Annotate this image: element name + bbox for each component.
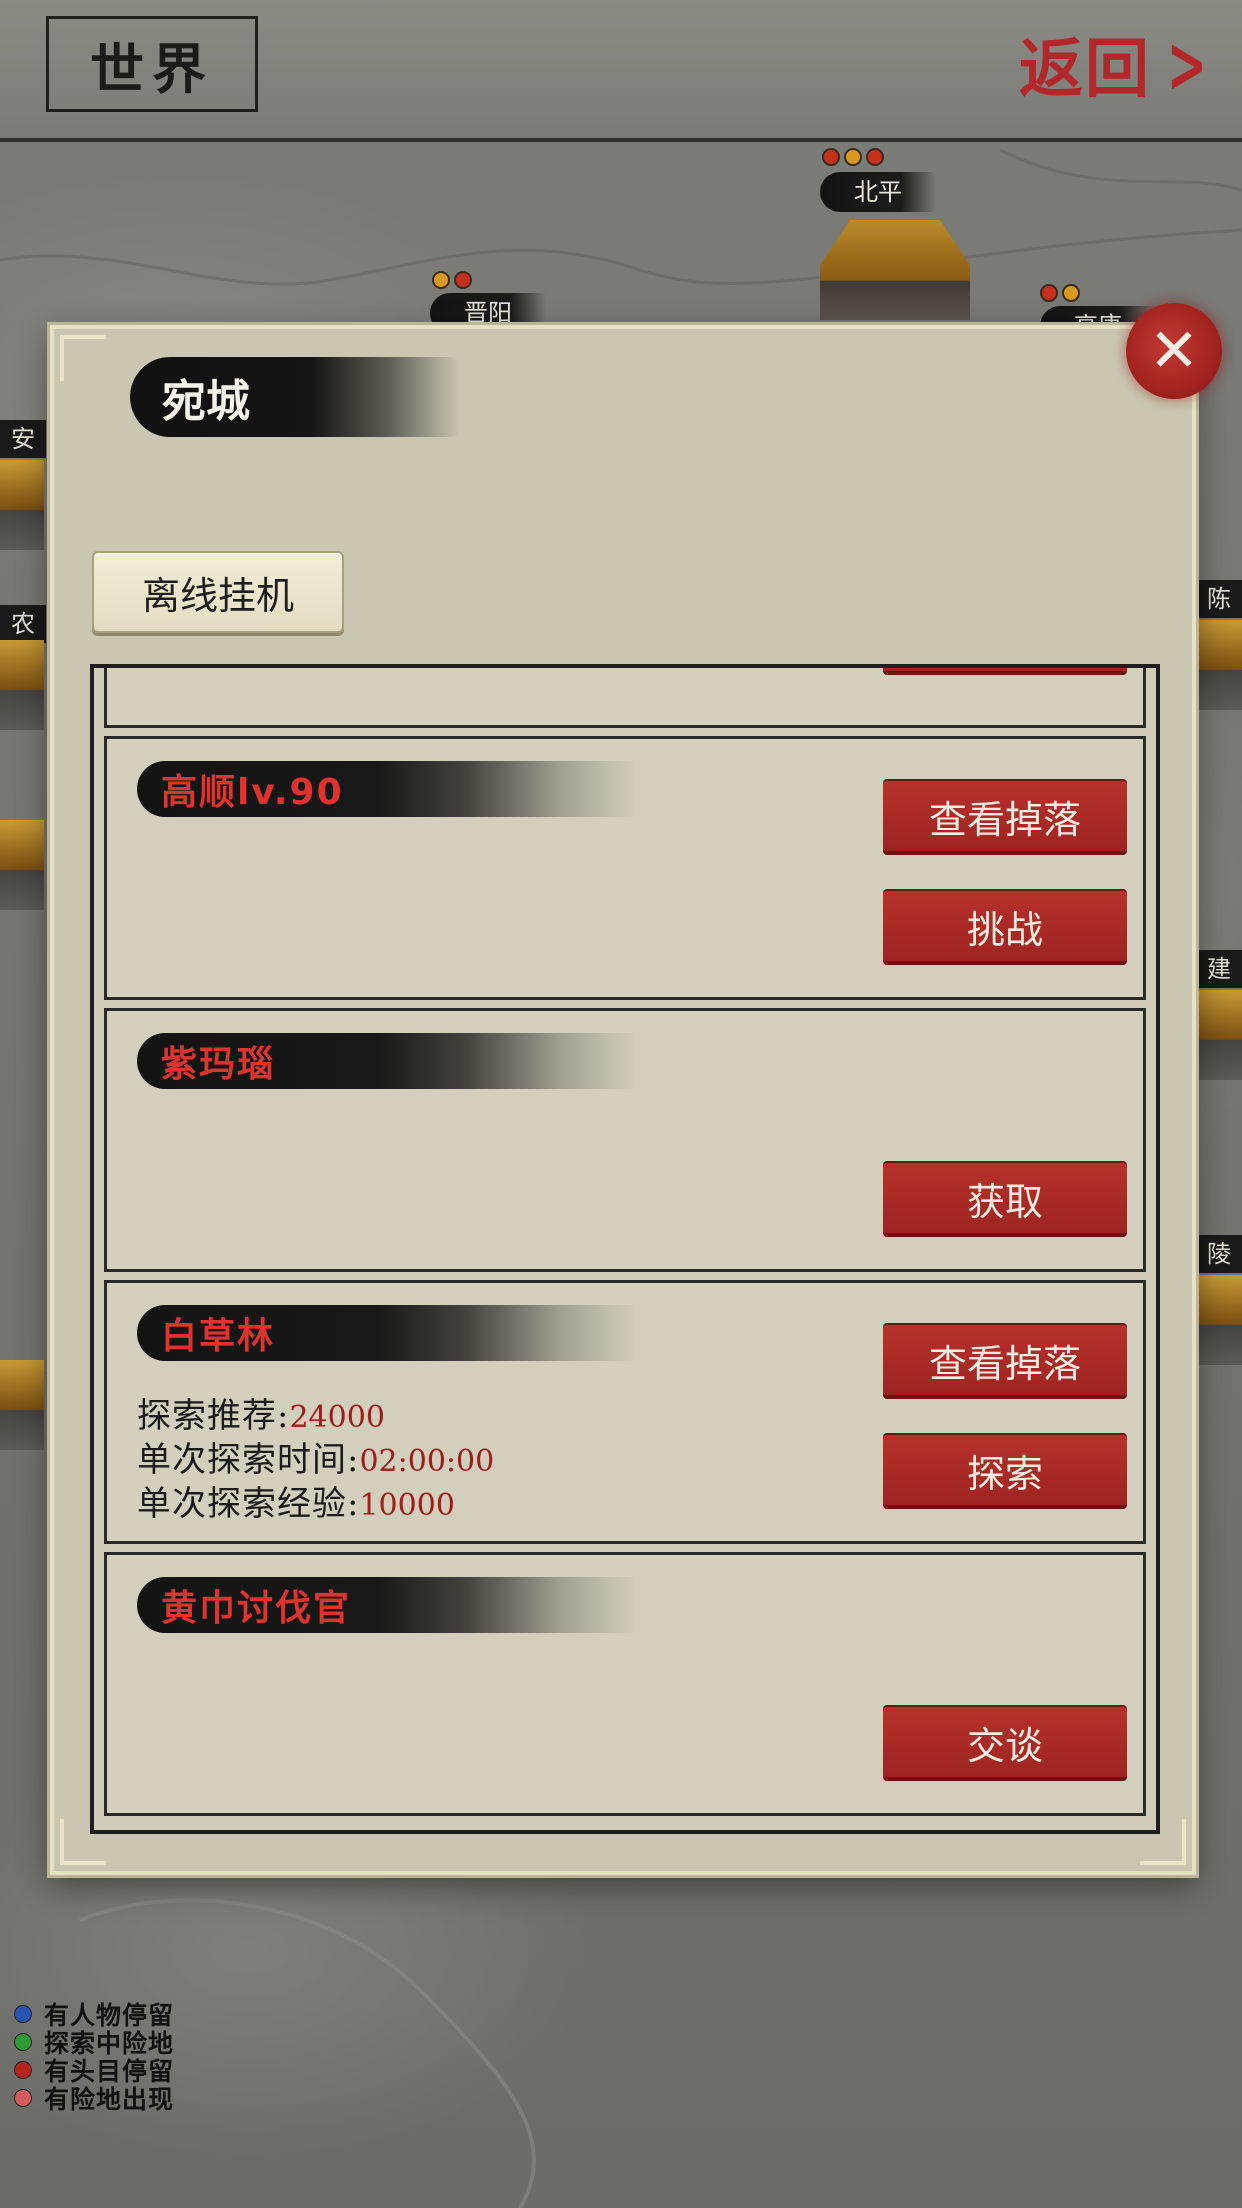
list-item-explore-area: 白草林 查看掉落 探索 探索推荐:24000 单次探索时间:02:00:00 单… [104, 1280, 1146, 1544]
view-drops-button[interactable]: 查看掉落 [883, 779, 1127, 855]
legend-label: 有险地出现 [44, 2085, 175, 2114]
explore-button[interactable]: 探索 [883, 1433, 1127, 1509]
hidden-action-button[interactable] [883, 668, 1127, 675]
encounter-list[interactable]: 高顺lv.90 查看掉落 挑战 紫玛瑙 获取 白草林 查看掉落 探索 探索推荐:… [90, 664, 1160, 1834]
info-label: 单次探索经验: [137, 1484, 360, 1524]
list-item-npc: 黄巾讨伐官 交谈 [104, 1552, 1146, 1816]
card-title: 紫玛瑙 [137, 1033, 637, 1089]
info-value: 24000 [289, 1400, 385, 1435]
explore-info: 探索推荐:24000 单次探索时间:02:00:00 单次探索经验:10000 [137, 1395, 494, 1527]
map-side-label: 陵 [1196, 1235, 1242, 1273]
obtain-button[interactable]: 获取 [883, 1161, 1127, 1237]
dialog-city-title: 宛城 [130, 357, 460, 437]
offline-idle-button[interactable]: 离线挂机 [92, 551, 344, 633]
city-building-icon [0, 820, 44, 910]
city-building-icon [0, 1360, 44, 1450]
close-icon: ✕ [1148, 316, 1200, 386]
talk-button[interactable]: 交谈 [883, 1705, 1127, 1781]
info-row: 单次探索时间:02:00:00 [137, 1439, 494, 1483]
list-item-resource: 紫玛瑙 获取 [104, 1008, 1146, 1272]
map-city-beiping[interactable]: 北平 [780, 140, 1040, 320]
card-title: 高顺lv.90 [137, 761, 637, 817]
back-button[interactable]: 返回 > [1002, 17, 1222, 111]
city-building-icon [0, 640, 44, 730]
legend-dot-icon [14, 2061, 32, 2079]
map-side-label: 安 [0, 420, 46, 458]
map-side-label: 陈留 [1196, 580, 1242, 651]
map-side-label: 建 [1196, 950, 1242, 988]
page-title: 世界 [46, 16, 258, 112]
legend-dot-icon [14, 2089, 32, 2107]
info-row: 单次探索经验:10000 [137, 1483, 494, 1527]
info-label: 单次探索时间: [137, 1440, 360, 1480]
list-item-boss: 高顺lv.90 查看掉落 挑战 [104, 736, 1146, 1000]
card-title: 黄巾讨伐官 [137, 1577, 637, 1633]
chevron-right-icon: > [1166, 17, 1209, 111]
view-drops-button[interactable]: 查看掉落 [883, 1323, 1127, 1399]
frame-corner-ornament [60, 335, 106, 381]
map-side-label: 农 [0, 605, 46, 643]
city-status-dots [432, 271, 472, 289]
info-row: 探索推荐:24000 [137, 1395, 494, 1439]
status-dot [432, 271, 450, 289]
close-button[interactable]: ✕ [1126, 303, 1222, 399]
city-building-icon [1198, 990, 1242, 1080]
back-label: 返回 [1018, 32, 1151, 107]
city-building-icon [1198, 1275, 1242, 1365]
challenge-button[interactable]: 挑战 [883, 889, 1127, 965]
info-value: 02:00:00 [359, 1444, 495, 1479]
status-dot [454, 271, 472, 289]
city-building-icon [1198, 620, 1242, 710]
top-bar: 世界 返回 > [0, 0, 1242, 142]
city-status-dots [1040, 284, 1080, 302]
status-dot [1062, 284, 1080, 302]
status-dot [844, 148, 862, 166]
info-value: 10000 [359, 1488, 455, 1523]
city-dialog: 宛城 ✕ 离线挂机 高顺lv.90 查看掉落 挑战 紫玛瑙 获取 白草林 查看掉… [50, 303, 1222, 1875]
status-dot [866, 148, 884, 166]
map-legend: 有人物停留 探索中险地 有头目停留 有险地出现 [14, 2000, 174, 2114]
city-building-icon [0, 460, 44, 550]
city-status-dots [822, 148, 884, 166]
legend-dot-icon [14, 2033, 32, 2051]
city-palace-icon [820, 220, 970, 320]
info-label: 探索推荐: [137, 1396, 290, 1436]
status-dot [1040, 284, 1058, 302]
legend-item: 有险地出现 [14, 2084, 174, 2114]
list-item-partial [104, 668, 1146, 728]
city-name-tag: 北平 [820, 172, 936, 212]
status-dot [822, 148, 840, 166]
legend-dot-icon [14, 2005, 32, 2023]
card-title: 白草林 [137, 1305, 637, 1361]
